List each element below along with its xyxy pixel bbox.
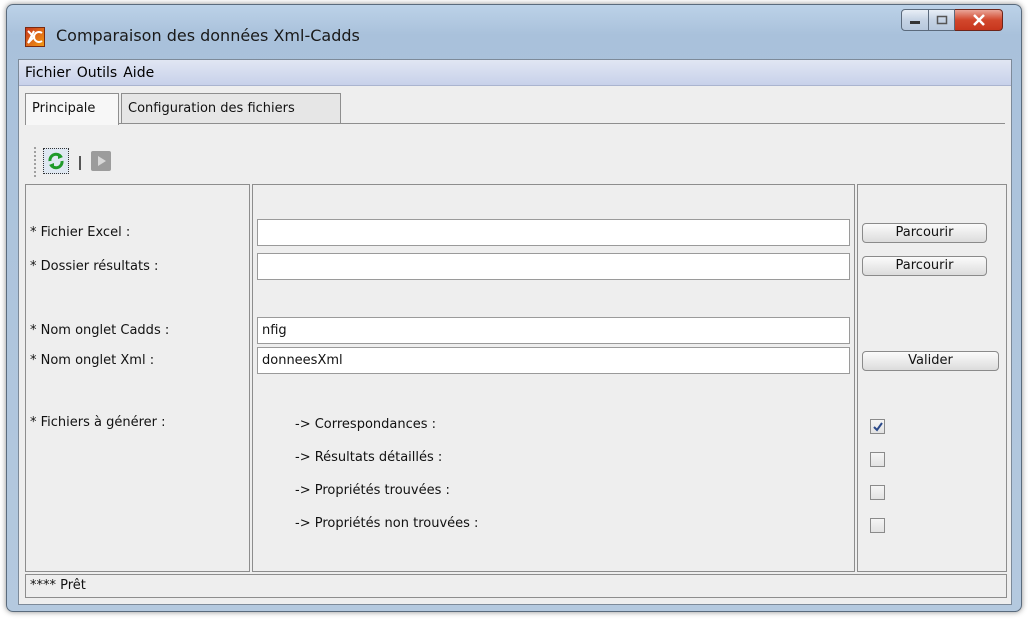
checkbox-correspondances[interactable] [870, 419, 885, 434]
tab-configuration[interactable]: Configuration des fichiers [121, 93, 341, 123]
results-folder-label: * Dossier résultats : [30, 259, 159, 274]
tab-principale[interactable]: Principale [25, 93, 119, 125]
checkbox-proprietes-trouvees[interactable] [870, 485, 885, 500]
browse-excel-button[interactable]: Parcourir [862, 223, 987, 243]
files-to-generate-label: * Fichiers à générer : [30, 415, 166, 430]
window-title: Comparaison des données Xml-Cadds [56, 26, 360, 45]
checkmark-icon [873, 422, 883, 432]
menu-fichier[interactable]: Fichier [25, 65, 71, 81]
close-icon [972, 14, 985, 26]
application-window: Comparaison des données Xml-Cadds Fichie… [6, 4, 1022, 612]
xml-tab-input[interactable]: donneesXml [257, 347, 850, 374]
validate-button[interactable]: Valider [862, 351, 999, 371]
excel-file-label: * Fichier Excel : [30, 225, 131, 240]
results-folder-input[interactable] [257, 253, 850, 280]
close-button[interactable] [955, 9, 1003, 31]
checkbox-resultats-detailles[interactable] [870, 452, 885, 467]
cadds-tab-input[interactable]: nfig [257, 317, 850, 344]
window-controls [901, 9, 1003, 31]
cadds-tab-label: * Nom onglet Cadds : [30, 323, 170, 338]
output-correspondances-label: -> Correspondances : [295, 417, 437, 432]
menu-aide[interactable]: Aide [123, 65, 154, 81]
refresh-icon [48, 152, 64, 170]
window-client-area: Fichier Outils Aide Principale Configura… [18, 59, 1012, 605]
output-non-trouvees-label: -> Propriétés non trouvées : [295, 516, 479, 531]
checkbox-proprietes-non-trouvees[interactable] [870, 518, 885, 533]
toolbar-grip-icon[interactable] [33, 146, 37, 178]
toolbar-separator [79, 156, 81, 170]
play-icon[interactable] [91, 151, 111, 171]
menu-outils[interactable]: Outils [77, 65, 117, 81]
refresh-button[interactable] [43, 148, 69, 174]
maximize-button[interactable] [929, 9, 955, 31]
actions-panel: Parcourir Parcourir Valider [857, 184, 1007, 572]
browse-results-button[interactable]: Parcourir [862, 256, 987, 276]
app-logo-icon [25, 27, 45, 47]
fields-panel: nfig donneesXml -> Correspondances : -> … [252, 184, 855, 572]
excel-file-input[interactable] [257, 219, 850, 246]
title-bar[interactable]: Comparaison des données Xml-Cadds [7, 5, 1021, 59]
labels-panel: * Fichier Excel : * Dossier résultats : … [25, 184, 250, 572]
status-bar: **** Prêt [25, 574, 1007, 598]
tab-divider [25, 123, 1005, 124]
output-resultats-label: -> Résultats détaillés : [295, 450, 443, 465]
minimize-button[interactable] [901, 9, 929, 31]
menu-bar: Fichier Outils Aide [19, 60, 1011, 86]
minimize-icon [910, 21, 920, 24]
output-trouvees-label: -> Propriétés trouvées : [295, 483, 450, 498]
maximize-icon [936, 15, 947, 25]
xml-tab-label: * Nom onglet Xml : [30, 353, 155, 368]
